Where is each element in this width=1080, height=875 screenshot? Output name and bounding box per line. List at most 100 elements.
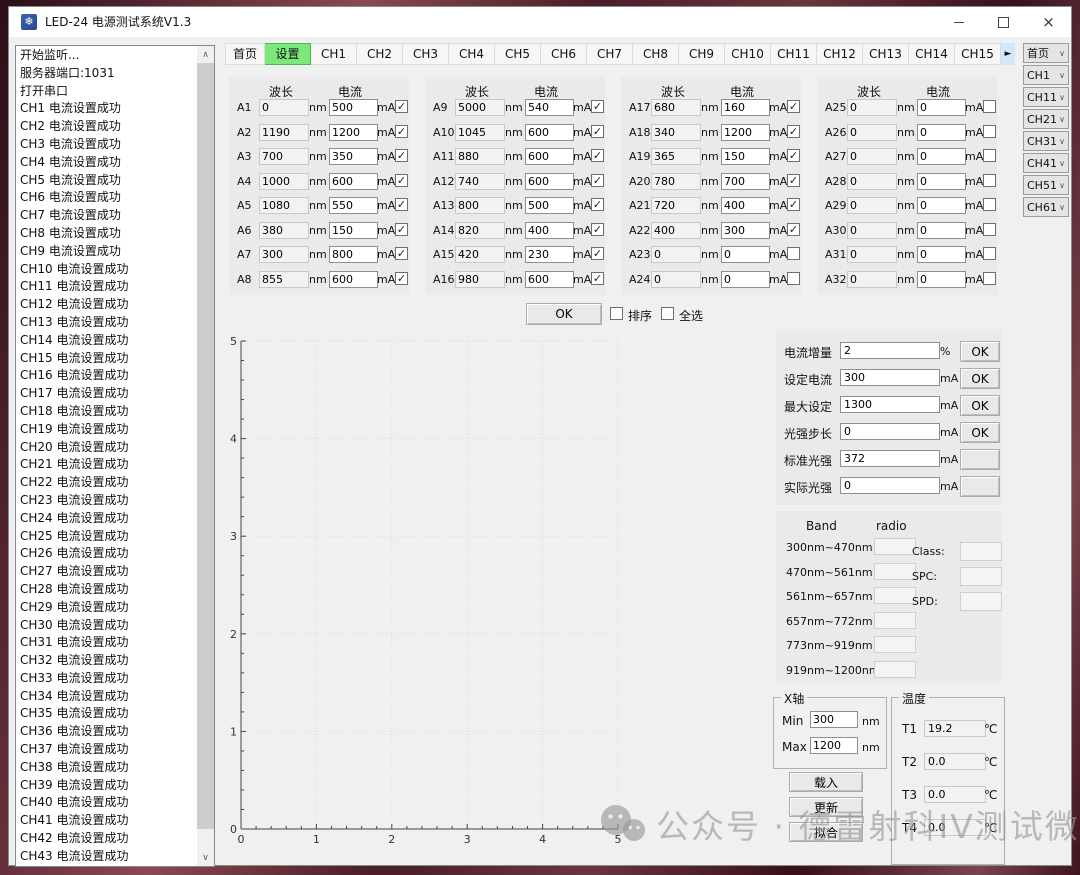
tab-CH2[interactable]: CH2 [357,43,403,65]
wavelength-input[interactable] [651,246,701,263]
log-item[interactable]: CH32 电流设置成功 [16,652,197,670]
current-input[interactable] [525,124,574,141]
tab-CH7[interactable]: CH7 [587,43,633,65]
channel-checkbox[interactable]: ✓ [395,272,408,285]
current-input[interactable] [525,271,574,288]
current-input[interactable] [525,99,574,116]
channel-checkbox[interactable] [983,174,996,187]
log-item[interactable]: CH43 电流设置成功 [16,848,197,866]
current-input[interactable] [721,99,770,116]
channel-checkbox[interactable] [983,247,996,260]
log-item[interactable]: CH25 电流设置成功 [16,528,197,546]
channel-checkbox[interactable]: ✓ [787,125,800,138]
tab-CH5[interactable]: CH5 [495,43,541,65]
temperature-input[interactable] [924,786,986,803]
channel-checkbox[interactable]: ✓ [591,100,604,113]
tab-CH13[interactable]: CH13 [863,43,909,65]
channel-checkbox[interactable]: ✓ [591,198,604,211]
setting-ok-button[interactable] [960,449,1000,470]
setting-input[interactable] [840,477,940,494]
tab-CH11[interactable]: CH11 [771,43,817,65]
wavelength-input[interactable] [651,197,701,214]
wavelength-input[interactable] [847,246,897,263]
log-item[interactable]: CH42 电流设置成功 [16,830,197,848]
current-input[interactable] [329,124,378,141]
wavelength-input[interactable] [455,99,505,116]
update-button[interactable]: 更新 [789,797,863,817]
setting-input[interactable] [840,423,940,440]
log-item[interactable]: CH14 电流设置成功 [16,332,197,350]
tab-CH12[interactable]: CH12 [817,43,863,65]
log-item[interactable]: 打开串口 [16,83,197,101]
band-field-input[interactable] [960,542,1002,561]
log-item[interactable]: CH8 电流设置成功 [16,225,197,243]
log-item[interactable]: CH31 电流设置成功 [16,634,197,652]
tab-scroll-right-button[interactable]: ► [1001,43,1015,65]
current-input[interactable] [917,246,966,263]
log-item[interactable]: CH19 电流设置成功 [16,421,197,439]
log-item[interactable]: CH35 电流设置成功 [16,705,197,723]
wavelength-input[interactable] [651,271,701,288]
log-item[interactable]: CH26 电流设置成功 [16,545,197,563]
log-item[interactable]: CH5 电流设置成功 [16,172,197,190]
current-input[interactable] [721,222,770,239]
current-input[interactable] [917,99,966,116]
current-input[interactable] [329,246,378,263]
current-input[interactable] [329,148,378,165]
channel-checkbox[interactable]: ✓ [591,272,604,285]
wavelength-input[interactable] [259,99,309,116]
current-input[interactable] [329,222,378,239]
log-item[interactable]: CH37 电流设置成功 [16,741,197,759]
log-item[interactable]: CH39 电流设置成功 [16,777,197,795]
channel-checkbox[interactable] [983,272,996,285]
current-input[interactable] [917,197,966,214]
tab-CH1[interactable]: CH1 [311,43,357,65]
wavelength-input[interactable] [847,124,897,141]
wavelength-input[interactable] [455,197,505,214]
wavelength-input[interactable] [847,271,897,288]
current-input[interactable] [721,173,770,190]
wavelength-input[interactable] [259,124,309,141]
current-input[interactable] [917,222,966,239]
channel-checkbox[interactable]: ✓ [591,125,604,138]
channel-checkbox[interactable]: ✓ [395,125,408,138]
channel-checkbox[interactable]: ✓ [787,223,800,236]
channel-checkbox[interactable] [787,272,800,285]
jump-dropdown-CH21[interactable]: CH21∨ [1023,109,1069,129]
current-input[interactable] [525,222,574,239]
current-input[interactable] [721,271,770,288]
jump-dropdown-CH41[interactable]: CH41∨ [1023,153,1069,173]
channel-checkbox[interactable]: ✓ [395,198,408,211]
jump-dropdown-CH11[interactable]: CH11∨ [1023,87,1069,107]
wavelength-input[interactable] [259,148,309,165]
wavelength-input[interactable] [455,124,505,141]
wavelength-input[interactable] [651,124,701,141]
channel-checkbox[interactable] [983,198,996,211]
fit-button[interactable]: 拟合 [789,822,863,842]
log-item[interactable]: CH41 电流设置成功 [16,812,197,830]
wavelength-input[interactable] [847,148,897,165]
log-item[interactable]: CH38 电流设置成功 [16,759,197,777]
setting-ok-button[interactable] [960,476,1000,497]
band-radio-input[interactable] [874,563,916,580]
tab-首页[interactable]: 首页 [225,43,265,65]
channel-checkbox[interactable] [983,223,996,236]
wavelength-input[interactable] [651,222,701,239]
channel-checkbox[interactable]: ✓ [787,174,800,187]
scrollbar-thumb[interactable] [197,63,214,829]
tab-设置[interactable]: 设置 [265,43,311,65]
current-input[interactable] [329,271,378,288]
log-item[interactable]: CH33 电流设置成功 [16,670,197,688]
tab-CH15[interactable]: CH15 [955,43,1001,65]
tab-CH6[interactable]: CH6 [541,43,587,65]
current-input[interactable] [525,197,574,214]
jump-dropdown-CH31[interactable]: CH31∨ [1023,131,1069,151]
setting-ok-button[interactable]: OK [960,368,1000,389]
log-item[interactable]: CH30 电流设置成功 [16,617,197,635]
channel-checkbox[interactable]: ✓ [395,174,408,187]
wavelength-input[interactable] [651,173,701,190]
band-radio-input[interactable] [874,587,916,604]
jump-dropdown-CH51[interactable]: CH51∨ [1023,175,1069,195]
wavelength-input[interactable] [651,99,701,116]
log-item[interactable]: CH11 电流设置成功 [16,278,197,296]
